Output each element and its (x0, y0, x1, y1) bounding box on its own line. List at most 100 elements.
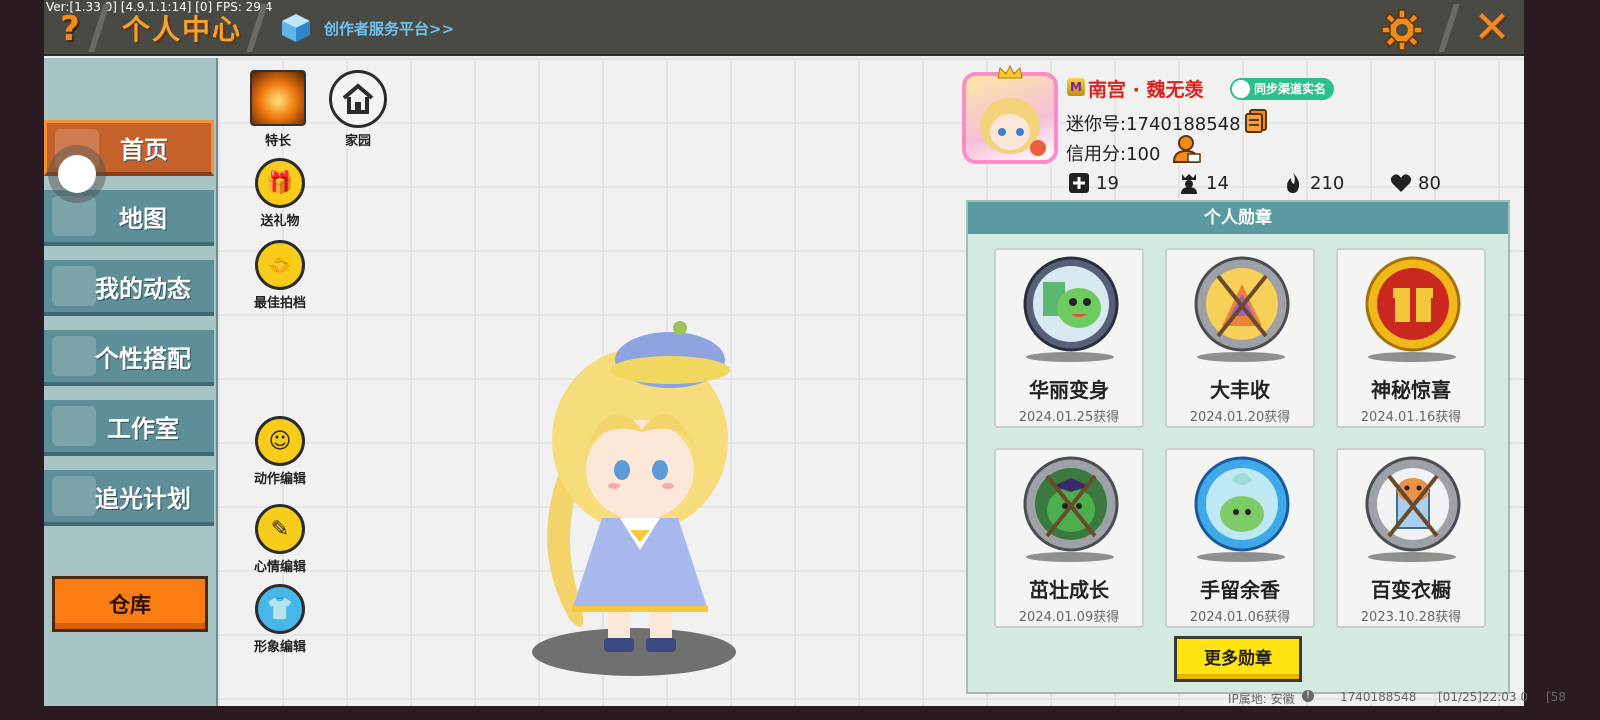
medal-date: 2024.01.20获得 (1189, 410, 1291, 425)
send-gift-button[interactable]: 🎁 送礼物 (240, 158, 320, 229)
mini-id: 迷你号:1740188548 (1066, 114, 1241, 135)
medal-date: 2024.01.09获得 (1018, 610, 1120, 625)
medal-name: 百变衣橱 (1371, 578, 1451, 602)
sidebar-item-map[interactable]: 地图 (44, 190, 214, 246)
nickname: 南宫 · 魏无羡 (1088, 79, 1204, 101)
stat-fire-value: 210 (1310, 172, 1345, 194)
gift-icon: 🎁 (255, 158, 305, 208)
user-check-icon (1232, 80, 1250, 98)
medal-panel-title: 个人勋章 (968, 202, 1508, 234)
specialty-icon (250, 70, 306, 126)
avatar[interactable] (962, 72, 1058, 164)
heart-icon (1390, 174, 1412, 192)
sidebar-item-studio[interactable]: 工作室 (44, 400, 214, 456)
best-partner-button[interactable]: 🤝 最佳拍档 (240, 240, 320, 311)
medal-name: 华丽变身 (1029, 378, 1109, 402)
medal-date: 2023.10.28获得 (1360, 610, 1462, 625)
medal-card[interactable]: 百变衣橱 2023.10.28获得 (1336, 448, 1486, 628)
wardrobe-medal-icon (1365, 456, 1461, 552)
credit-score: 信用分:100 (1066, 144, 1161, 165)
medal-card[interactable]: 神秘惊喜 2024.01.16获得 (1336, 248, 1486, 428)
warehouse-button[interactable]: 仓库 (52, 576, 208, 632)
home-label: 家园 (344, 134, 371, 149)
home-button[interactable]: 家园 (318, 70, 398, 149)
medal-name: 大丰收 (1210, 378, 1270, 402)
harvest-medal-icon (1194, 256, 1290, 352)
image-edit-button[interactable]: 👕 形象编辑 (240, 584, 320, 655)
sidebar-item-label: 追光计划 (95, 484, 191, 513)
medal-pedestal (1368, 352, 1456, 362)
credit-user-icon[interactable] (1172, 134, 1202, 164)
sidebar-item-label: 个性搭配 (95, 344, 191, 373)
motion-icon: ☺ (255, 416, 305, 466)
verify-label: 同步渠道实名 (1254, 82, 1327, 96)
sidebar-item-label: 工作室 (107, 414, 179, 443)
mood-edit-label: 心情编辑 (253, 560, 306, 575)
medal-card[interactable]: 手留余香 2024.01.06获得 (1165, 448, 1315, 628)
medal-card[interactable]: 华丽变身 2024.01.25获得 (994, 248, 1144, 428)
stat-plus: 19 (1068, 170, 1119, 196)
sidebar-item-label: 地图 (119, 204, 167, 233)
verify-badge[interactable]: 同步渠道实名 (1230, 78, 1335, 100)
copy-icon[interactable] (1244, 108, 1268, 134)
growth-medal-icon (1023, 456, 1119, 552)
stat-likes: 80 (1390, 170, 1441, 196)
vip-badge-icon: M (1067, 78, 1085, 96)
close-icon[interactable]: ✕ (1470, 6, 1514, 50)
footer-uid: 1740188548 (1340, 690, 1417, 704)
cube-icon[interactable] (280, 12, 312, 44)
medal-name: 神秘惊喜 (1371, 378, 1451, 402)
crowned-user-icon (1181, 174, 1197, 194)
stat-fire: 210 (1282, 170, 1344, 196)
stat-plus-value: 19 (1096, 172, 1119, 194)
medal-name: 手留余香 (1200, 578, 1280, 602)
touch-indicator (58, 155, 96, 193)
sidebar-item-label: 我的动态 (95, 274, 191, 303)
light-nav-icon (52, 476, 96, 516)
help-icon[interactable]: ? (56, 10, 84, 48)
specialty-label: 特长 (264, 134, 291, 149)
character-avatar[interactable] (530, 320, 750, 660)
medal-card[interactable]: 大丰收 2024.01.20获得 (1165, 248, 1315, 428)
medal-date: 2024.01.06获得 (1189, 610, 1291, 625)
crown-icon (997, 64, 1023, 79)
ip-location: IP属地: 安徽 (1228, 692, 1295, 706)
sidebar-item-label: 首页 (120, 136, 168, 164)
stat-followers: 14 (1178, 170, 1229, 196)
info-icon[interactable]: ! (1302, 690, 1314, 702)
medal-pedestal (1026, 552, 1114, 562)
medal-pedestal (1026, 352, 1114, 362)
image-edit-label: 形象编辑 (253, 640, 306, 655)
stat-followers-value: 14 (1206, 172, 1229, 194)
medal-pedestal (1368, 552, 1456, 562)
medal-date: 2024.01.25获得 (1018, 410, 1120, 425)
medal-pedestal (1197, 352, 1285, 362)
sidebar-item-outfit[interactable]: 个性搭配 (44, 330, 214, 386)
medal-pedestal (1197, 552, 1285, 562)
creator-platform-link[interactable]: 创作者服务平台>> (324, 18, 454, 39)
plus-box-icon (1069, 173, 1089, 193)
handshake-icon: 🤝 (255, 240, 305, 290)
more-medals-button[interactable]: 更多勋章 (1174, 636, 1302, 682)
sidebar-item-light-chase[interactable]: 追光计划 (44, 470, 214, 526)
stat-likes-value: 80 (1418, 172, 1441, 194)
fragrance-medal-icon (1194, 456, 1290, 552)
medal-name: 茁壮成长 (1029, 578, 1109, 602)
motion-edit-button[interactable]: ☺ 动作编辑 (240, 416, 320, 487)
gear-icon[interactable] (1380, 8, 1424, 52)
medal-date: 2024.01.16获得 (1360, 410, 1462, 425)
specialty-button[interactable]: 特长 (238, 70, 318, 149)
medal-card[interactable]: 茁壮成长 2024.01.09获得 (994, 448, 1144, 628)
medal-panel: 个人勋章 华丽变身 2024.01.25获得 大丰收 2024.01.20获得 (966, 200, 1510, 694)
map-nav-icon (52, 196, 96, 236)
outfit-icon: 👕 (255, 584, 305, 634)
fire-icon (1287, 173, 1300, 193)
outfit-nav-icon (52, 336, 96, 376)
footer-extra: [58 (1546, 690, 1566, 704)
mood-edit-button[interactable]: ✎ 心情编辑 (240, 504, 320, 575)
sidebar-item-my-feed[interactable]: 我的动态 (44, 260, 214, 316)
best-partner-label: 最佳拍档 (253, 296, 306, 311)
gift-medal-icon (1365, 256, 1461, 352)
page-title: 个人中心 (122, 13, 243, 46)
studio-nav-icon (52, 406, 96, 446)
